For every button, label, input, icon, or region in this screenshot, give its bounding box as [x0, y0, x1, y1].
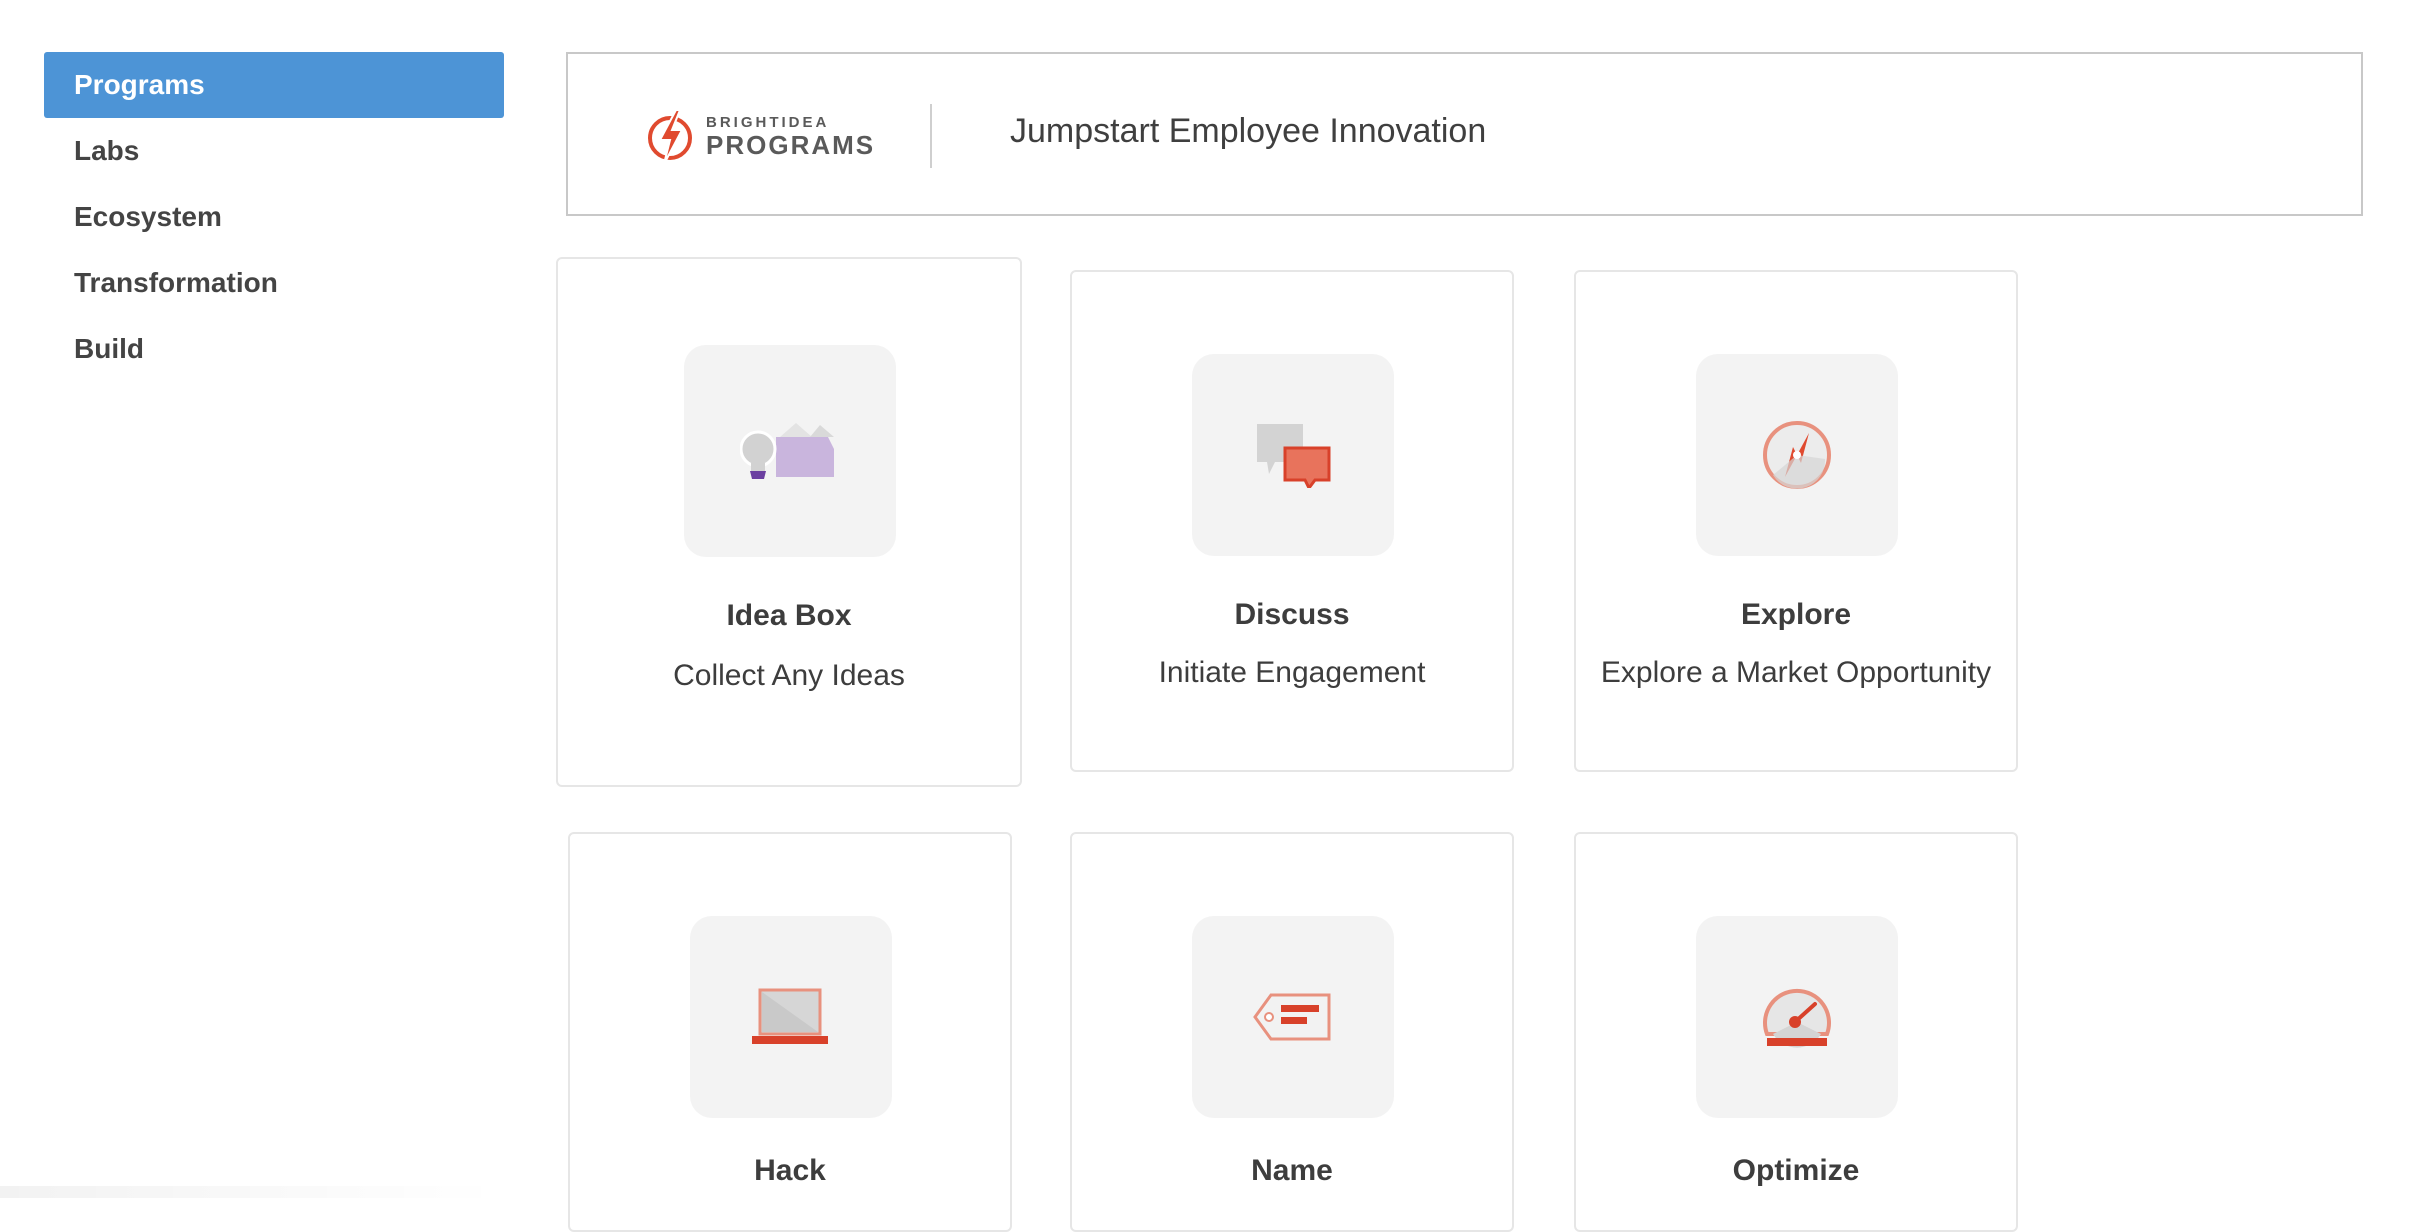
program-card-optimize[interactable]: Optimize [1574, 832, 2018, 1232]
explore-icon-tile [1696, 354, 1898, 556]
program-card-name[interactable]: Name [1070, 832, 1514, 1232]
tag-icon [1253, 993, 1331, 1041]
card-subtitle: Explore a Market Opportunity [1600, 656, 1992, 689]
card-title: Discuss [1234, 598, 1350, 631]
program-card-discuss[interactable]: Discuss Initiate Engagement [1070, 270, 1514, 772]
scroll-shadow [0, 1186, 500, 1198]
idea-box-icon-tile [684, 345, 896, 557]
brand-product: PROGRAMS [706, 129, 876, 160]
optimize-icon-tile [1696, 916, 1898, 1118]
sidebar-item-transformation[interactable]: Transformation [44, 250, 504, 316]
sidebar-item-labs[interactable]: Labs [44, 118, 504, 184]
page-title: Jumpstart Employee Innovation [1010, 112, 1487, 150]
idea-box-icon [740, 423, 834, 479]
card-title: Explore [1740, 598, 1852, 631]
card-title: Optimize [1732, 1154, 1860, 1187]
discuss-icon-tile [1192, 354, 1394, 556]
sidebar-nav: Programs Labs Ecosystem Transformation B… [44, 52, 504, 382]
card-title: Hack [754, 1154, 826, 1187]
laptop-icon [752, 988, 828, 1044]
compass-icon [1763, 421, 1831, 489]
sidebar-item-ecosystem[interactable]: Ecosystem [44, 184, 504, 250]
program-card-hack[interactable]: Hack [568, 832, 1012, 1232]
lightning-bolt-icon [648, 109, 692, 165]
card-subtitle: Collect Any Ideas [673, 659, 905, 692]
card-subtitle: Initiate Engagement [1158, 656, 1426, 689]
brightidea-logo: BRIGHTIDEA PROGRAMS [646, 106, 875, 166]
program-card-idea-box[interactable]: Idea Box Collect Any Ideas [556, 257, 1022, 787]
gauge-icon [1763, 988, 1831, 1048]
card-title: Idea Box [726, 599, 852, 632]
sidebar-item-programs[interactable]: Programs [44, 52, 504, 118]
name-icon-tile [1192, 916, 1394, 1118]
header-divider [930, 104, 932, 168]
hack-icon-tile [690, 916, 892, 1118]
program-header: BRIGHTIDEA PROGRAMS Jumpstart Employee I… [566, 52, 2363, 216]
card-title: Name [1251, 1154, 1333, 1187]
chat-bubbles-icon [1257, 424, 1331, 488]
sidebar-item-build[interactable]: Build [44, 316, 504, 382]
brand-name: BRIGHTIDEA [706, 113, 830, 131]
program-card-explore[interactable]: Explore Explore a Market Opportunity [1574, 270, 2018, 772]
